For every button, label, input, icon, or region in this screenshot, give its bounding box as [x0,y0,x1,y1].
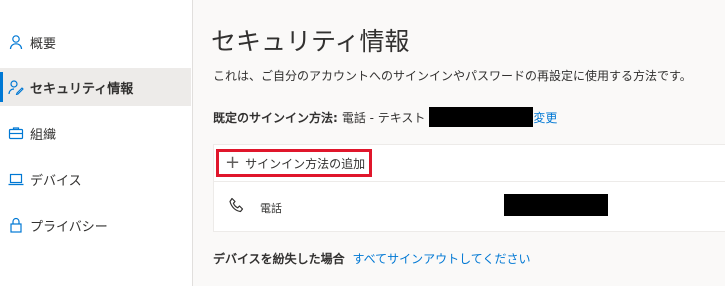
page-title: セキュリティ情報 [211,27,410,56]
person-icon [8,34,24,50]
phone-icon [228,197,246,215]
default-method-row: 既定のサインイン方法: 電話 - テキスト 変更 [213,107,557,127]
sidebar: 概要 セキュリティ情報 組織 デバイス プライバシー [0,0,193,286]
sidebar-item-devices[interactable]: デバイス [0,160,191,198]
page-description: これは、ご自分のアカウントへのサインインやパスワードの再設定に使用する方法です。 [213,69,692,83]
sign-out-everywhere-link[interactable]: すべてサインアウトしてください [352,252,530,266]
sidebar-item-label: プライバシー [30,219,108,235]
sidebar-item-overview[interactable]: 概要 [0,23,191,61]
default-method-value: 電話 - テキスト [341,110,426,125]
security-info-icon [8,79,24,95]
briefcase-icon [8,125,24,141]
laptop-icon [8,171,24,187]
sidebar-item-label: デバイス [30,173,82,189]
lock-icon [8,217,24,233]
sidebar-item-label: 概要 [30,36,57,52]
redacted-phone-number [429,107,534,127]
lost-device-label: デバイスを紛失した場合 [213,252,345,266]
method-row-phone: 電話 [214,182,725,230]
plus-icon: + [225,152,241,173]
change-default-method-link[interactable]: 変更 [533,109,557,126]
default-method-label: 既定のサインイン方法: [213,110,338,125]
methods-card: + サインイン方法の追加 電話 [213,144,725,232]
main-content: セキュリティ情報 これは、ご自分のアカウントへのサインインやパスワードの再設定に… [193,0,725,286]
sidebar-item-privacy[interactable]: プライバシー [0,206,191,244]
add-sign-in-method-label: サインイン方法の追加 [245,156,366,171]
sidebar-item-label: セキュリティ情報 [30,81,134,97]
redacted-method-detail [504,194,608,216]
add-sign-in-method-button[interactable]: + サインイン方法の追加 [216,149,372,177]
sidebar-item-organization[interactable]: 組織 [0,114,191,152]
sidebar-item-label: 組織 [30,127,57,143]
lost-device-row: デバイスを紛失した場合 すべてサインアウトしてください [213,250,530,267]
sidebar-item-security-info[interactable]: セキュリティ情報 [0,68,191,106]
method-name: 電話 [260,202,282,215]
